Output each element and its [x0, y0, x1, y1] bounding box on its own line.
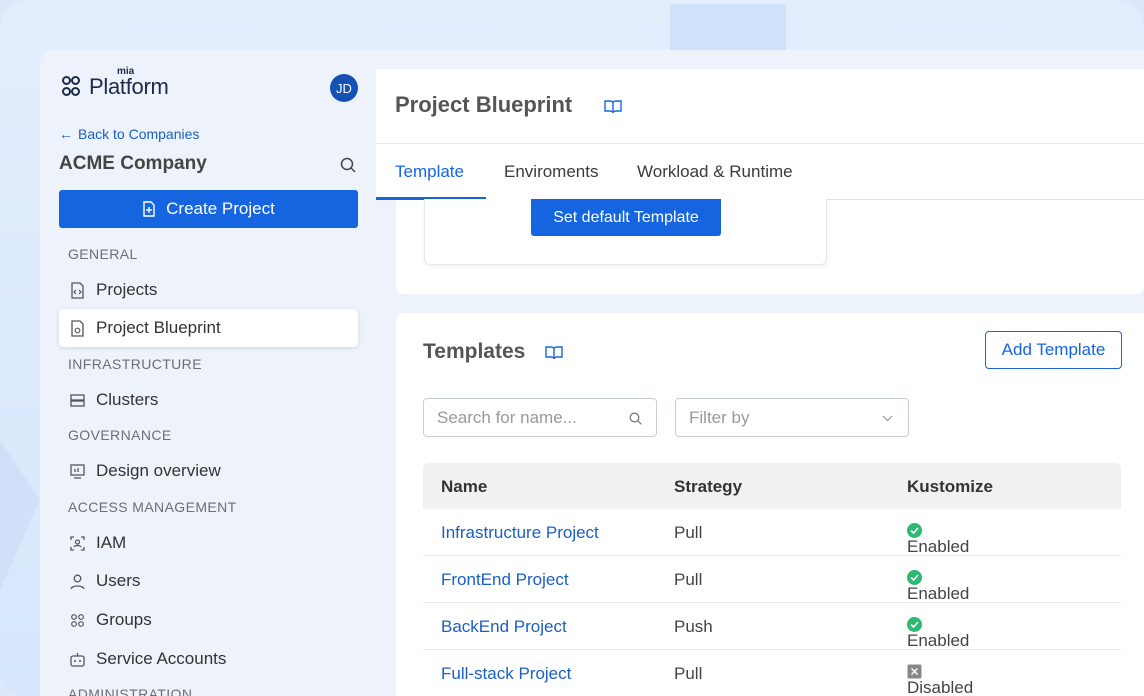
section-access-management: ACCESS MANAGEMENT [68, 499, 237, 515]
sidebar-item-projects[interactable]: Projects [59, 271, 358, 309]
kustomize-status: Enabled [907, 523, 969, 556]
sidebar-item-service-accounts[interactable]: Service Accounts [59, 640, 358, 678]
app-window: mia Platform JD ← Back to Companies ACME… [40, 50, 1144, 696]
arrow-left-icon: ← [59, 126, 73, 142]
tab-enviroments[interactable]: Enviroments [504, 162, 598, 182]
sidebar-item-clusters[interactable]: Clusters [59, 381, 358, 419]
section-administration: ADMINISTRATION [68, 686, 193, 696]
template-strategy: Pull [674, 523, 703, 542]
file-code-icon [71, 281, 84, 299]
check-circle-icon [907, 570, 922, 585]
sidebar-item-label: Projects [96, 280, 158, 299]
default-template-card: Set default Template [396, 199, 1144, 294]
logo-mark-icon [62, 74, 86, 100]
sidebar-item-label: Users [96, 571, 141, 590]
template-name-link[interactable]: BackEnd Project [441, 617, 567, 637]
check-circle-icon [907, 523, 922, 538]
chart-board-icon [70, 463, 85, 479]
template-strategy: Pull [674, 664, 703, 683]
set-default-template-button[interactable]: Set default Template [531, 199, 721, 236]
back-label: Back to Companies [78, 126, 200, 142]
check-circle-icon [907, 617, 922, 632]
column-header-strategy[interactable]: Strategy [674, 477, 742, 497]
tab-workload-runtime[interactable]: Workload & Runtime [637, 162, 793, 182]
templates-card: Templates Add Template Search for name..… [396, 313, 1144, 696]
book-icon[interactable] [604, 99, 622, 115]
sidebar: mia Platform JD ← Back to Companies ACME… [40, 50, 376, 696]
filter-select[interactable]: Filter by [675, 398, 909, 437]
templates-title: Templates [423, 340, 526, 363]
section-general: GENERAL [68, 246, 138, 262]
robot-icon [70, 652, 85, 667]
column-header-name[interactable]: Name [441, 477, 487, 497]
templates-table: Name Strategy Kustomize Infrastructure P… [423, 463, 1121, 696]
file-plus-icon [143, 201, 155, 217]
search-input[interactable]: Search for name... [423, 398, 657, 437]
background-decoration [0, 440, 40, 590]
column-header-kustomize[interactable]: Kustomize [907, 477, 993, 497]
table-row: Full-stack Project Pull Disabled [423, 650, 1121, 696]
logo-text: Platform [89, 74, 169, 99]
template-strategy: Push [674, 617, 713, 636]
user-icon [70, 574, 85, 589]
avatar[interactable]: JD [330, 74, 358, 102]
sidebar-item-label: IAM [96, 533, 127, 552]
kustomize-label: Enabled [907, 537, 970, 556]
default-template-panel: Set default Template [424, 199, 827, 265]
background-decoration [670, 4, 786, 50]
sidebar-item-label: Service Accounts [96, 649, 227, 668]
sidebar-item-iam[interactable]: IAM [59, 524, 358, 562]
kustomize-status: Enabled [907, 570, 969, 603]
search-placeholder: Search for name... [437, 408, 577, 427]
disabled-square-icon [907, 664, 922, 679]
sidebar-item-label: Clusters [96, 390, 159, 409]
sidebar-item-label: Groups [96, 610, 152, 629]
face-scan-icon [70, 535, 85, 551]
search-icon [629, 412, 642, 425]
sidebar-item-label: Project Blueprint [96, 318, 221, 337]
template-strategy: Pull [674, 570, 703, 589]
search-icon[interactable] [340, 157, 356, 173]
chevron-down-icon [882, 415, 893, 422]
kustomize-status: Enabled [907, 617, 969, 650]
create-project-label: Create Project [166, 199, 275, 218]
company-name: ACME Company [59, 153, 207, 174]
tab-bar: Template Enviroments Workload & Runtime [376, 143, 1144, 200]
kustomize-status: Disabled [907, 664, 973, 696]
sidebar-item-project-blueprint[interactable]: Project Blueprint [59, 309, 358, 347]
table-header: Name Strategy Kustomize [423, 463, 1121, 509]
logo[interactable]: mia Platform [62, 66, 169, 100]
sidebar-item-label: Design overview [96, 461, 221, 480]
section-infrastructure: INFRASTRUCTURE [68, 356, 202, 372]
sidebar-item-groups[interactable]: Groups [59, 601, 358, 639]
page-title: Project Blueprint [395, 92, 573, 117]
logo-small-text: mia [117, 66, 135, 77]
kustomize-label: Disabled [907, 678, 974, 696]
table-row: Infrastructure Project Pull Enabled [423, 509, 1121, 556]
server-icon [70, 393, 85, 407]
table-row: BackEnd Project Push Enabled [423, 603, 1121, 650]
section-governance: GOVERNANCE [68, 427, 172, 443]
file-gear-icon [71, 319, 84, 337]
filter-placeholder: Filter by [689, 408, 750, 427]
kustomize-label: Enabled [907, 631, 970, 650]
template-name-link[interactable]: Infrastructure Project [441, 523, 599, 543]
sidebar-item-users[interactable]: Users [59, 562, 358, 600]
template-name-link[interactable]: FrontEnd Project [441, 570, 569, 590]
kustomize-label: Enabled [907, 584, 970, 603]
template-name-link[interactable]: Full-stack Project [441, 664, 571, 684]
book-icon[interactable] [545, 345, 563, 361]
table-row: FrontEnd Project Pull Enabled [423, 556, 1121, 603]
group-icon [71, 613, 84, 627]
add-template-button[interactable]: Add Template [985, 331, 1122, 369]
tab-template[interactable]: Template [395, 162, 464, 182]
page-header: Project Blueprint [376, 69, 1144, 143]
create-project-button[interactable]: Create Project [59, 190, 358, 228]
sidebar-item-design-overview[interactable]: Design overview [59, 452, 358, 490]
back-to-companies-link[interactable]: ← Back to Companies [59, 126, 199, 142]
